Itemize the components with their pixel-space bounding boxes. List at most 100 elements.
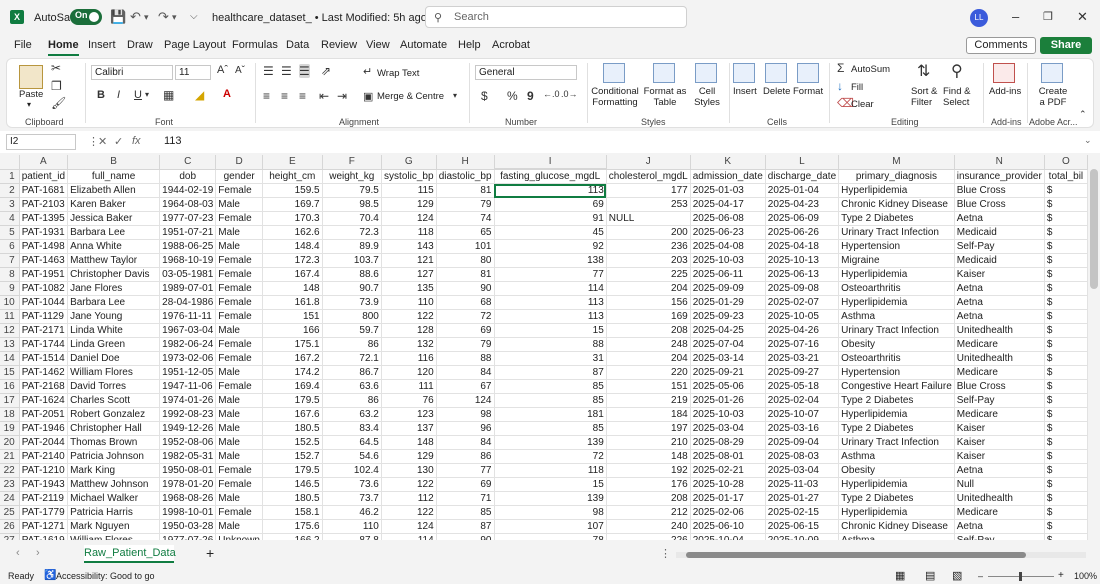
table-cell[interactable]: $ — [1044, 295, 1088, 310]
zoom-in-icon[interactable]: + — [1058, 570, 1064, 581]
insert-cells-button[interactable]: Insert — [733, 86, 757, 97]
currency-button[interactable]: $ — [481, 89, 488, 103]
table-cell[interactable]: 118 — [494, 463, 607, 478]
table-cell[interactable]: Chronic Kidney Disease — [838, 519, 955, 534]
table-cell[interactable]: 169.4 — [262, 379, 323, 394]
add-sheet-icon[interactable]: + — [206, 545, 214, 561]
table-cell[interactable]: 89.9 — [322, 239, 382, 254]
table-cell[interactable]: 1998-10-01 — [159, 505, 217, 520]
tab-draw[interactable]: Draw — [127, 39, 153, 51]
table-cell[interactable]: 1968-10-19 — [159, 253, 217, 268]
accessibility-icon[interactable]: ♿ — [44, 570, 56, 581]
table-cell[interactable]: Type 2 Diabetes — [838, 421, 955, 436]
table-cell[interactable]: 79 — [436, 337, 495, 352]
table-cell[interactable]: 2025-03-04 — [690, 421, 766, 436]
table-cell[interactable]: 2025-10-04 — [690, 533, 766, 540]
tab-insert[interactable]: Insert — [88, 39, 116, 51]
table-cell[interactable]: 2025-10-05 — [765, 309, 840, 324]
table-cell[interactable]: 2025-09-08 — [765, 281, 840, 296]
table-cell[interactable]: 86 — [436, 449, 495, 464]
table-cell[interactable]: 73.7 — [322, 491, 382, 506]
table-cell[interactable]: 175.6 — [262, 519, 323, 534]
autosum-icon[interactable]: Σ — [837, 61, 844, 75]
table-cell[interactable]: 64.5 — [322, 435, 382, 450]
table-cell[interactable]: 2025-10-09 — [765, 533, 840, 540]
borders-icon[interactable]: ▦ — [163, 88, 174, 102]
table-cell[interactable]: Male — [215, 421, 263, 436]
table-cell[interactable]: Hypertension — [838, 239, 955, 254]
table-cell[interactable]: 72 — [494, 449, 607, 464]
table-cell[interactable]: Type 2 Diabetes — [838, 393, 955, 408]
table-cell[interactable]: 72.3 — [322, 225, 382, 240]
column-header-l[interactable]: L — [765, 155, 840, 170]
table-cell[interactable]: PAT-1044 — [19, 295, 69, 310]
table-cell[interactable]: Medicare — [954, 365, 1045, 380]
table-cell[interactable]: $ — [1044, 253, 1088, 268]
table-cell[interactable]: $ — [1044, 197, 1088, 212]
table-cell[interactable]: Osteoarthritis — [838, 351, 955, 366]
table-cell[interactable]: 1976-11-11 — [159, 309, 217, 324]
table-cell[interactable]: 208 — [606, 491, 691, 506]
table-cell[interactable]: 78 — [494, 533, 607, 540]
row-header[interactable]: 13 — [0, 337, 20, 352]
table-cell[interactable]: 2025-09-23 — [690, 309, 766, 324]
header-cell[interactable]: systolic_bp — [381, 169, 437, 184]
tab-home[interactable]: Home — [48, 39, 79, 56]
table-cell[interactable]: Blue Cross — [954, 197, 1045, 212]
decrease-indent-icon[interactable]: ⇤ — [319, 89, 329, 103]
table-cell[interactable]: Unitedhealth — [954, 491, 1045, 506]
table-cell[interactable]: PAT-1931 — [19, 225, 69, 240]
table-cell[interactable]: PAT-2044 — [19, 435, 69, 450]
table-cell[interactable]: 151 — [262, 309, 323, 324]
autosave-toggle[interactable]: On — [70, 9, 102, 25]
table-cell[interactable]: 110 — [322, 519, 382, 534]
table-cell[interactable]: 73.9 — [322, 295, 382, 310]
row-header[interactable]: 25 — [0, 505, 20, 520]
font-name-select[interactable]: Calibri — [91, 65, 173, 80]
column-header-k[interactable]: K — [690, 155, 766, 170]
table-cell[interactable]: 76 — [381, 393, 437, 408]
table-cell[interactable]: Hyperlipidemia — [838, 295, 955, 310]
italic-button[interactable]: I — [117, 89, 120, 101]
table-cell[interactable]: 72 — [436, 309, 495, 324]
table-cell[interactable]: Jane Young — [67, 309, 161, 324]
horizontal-scrollbar[interactable] — [676, 552, 1086, 558]
table-cell[interactable]: Null — [954, 477, 1045, 492]
table-cell[interactable]: Asthma — [838, 533, 955, 540]
wrap-text-icon[interactable]: ↵ — [363, 65, 372, 78]
table-cell[interactable]: Self-Pay — [954, 393, 1045, 408]
table-cell[interactable]: 2025-06-11 — [690, 267, 766, 282]
table-cell[interactable]: 170.3 — [262, 211, 323, 226]
prev-sheet-icon[interactable]: ‹ — [16, 547, 20, 559]
table-cell[interactable]: 128 — [381, 323, 437, 338]
table-cell[interactable]: 88 — [436, 351, 495, 366]
table-cell[interactable]: PAT-1462 — [19, 365, 69, 380]
table-cell[interactable]: Linda White — [67, 323, 161, 338]
table-cell[interactable]: PAT-1129 — [19, 309, 69, 324]
align-center-icon[interactable]: ≡ — [281, 89, 288, 103]
align-middle-icon[interactable]: ☰ — [281, 64, 292, 78]
table-cell[interactable]: 73.6 — [322, 477, 382, 492]
table-cell[interactable]: 77 — [436, 463, 495, 478]
table-cell[interactable]: Aetna — [954, 295, 1045, 310]
table-cell[interactable]: PAT-1463 — [19, 253, 69, 268]
table-cell[interactable]: Female — [215, 309, 263, 324]
table-cell[interactable]: 2025-04-18 — [765, 239, 840, 254]
table-cell[interactable]: 107 — [494, 519, 607, 534]
table-cell[interactable]: 122 — [381, 309, 437, 324]
table-cell[interactable]: 2025-10-03 — [690, 253, 766, 268]
table-cell[interactable]: 2025-04-26 — [765, 323, 840, 338]
table-cell[interactable]: 1973-02-06 — [159, 351, 217, 366]
table-cell[interactable]: Hypertension — [838, 365, 955, 380]
vertical-scrollbar[interactable] — [1088, 155, 1100, 540]
formula-input[interactable]: 113 — [164, 135, 182, 147]
row-header[interactable]: 22 — [0, 463, 20, 478]
search-box[interactable]: ⚲ Search — [425, 6, 687, 28]
table-cell[interactable]: 84 — [436, 435, 495, 450]
table-cell[interactable]: 143 — [381, 239, 437, 254]
row-header[interactable]: 15 — [0, 365, 20, 380]
table-cell[interactable]: 156 — [606, 295, 691, 310]
row-header[interactable]: 17 — [0, 393, 20, 408]
table-cell[interactable]: 1967-03-04 — [159, 323, 217, 338]
table-cell[interactable]: Medicaid — [954, 225, 1045, 240]
